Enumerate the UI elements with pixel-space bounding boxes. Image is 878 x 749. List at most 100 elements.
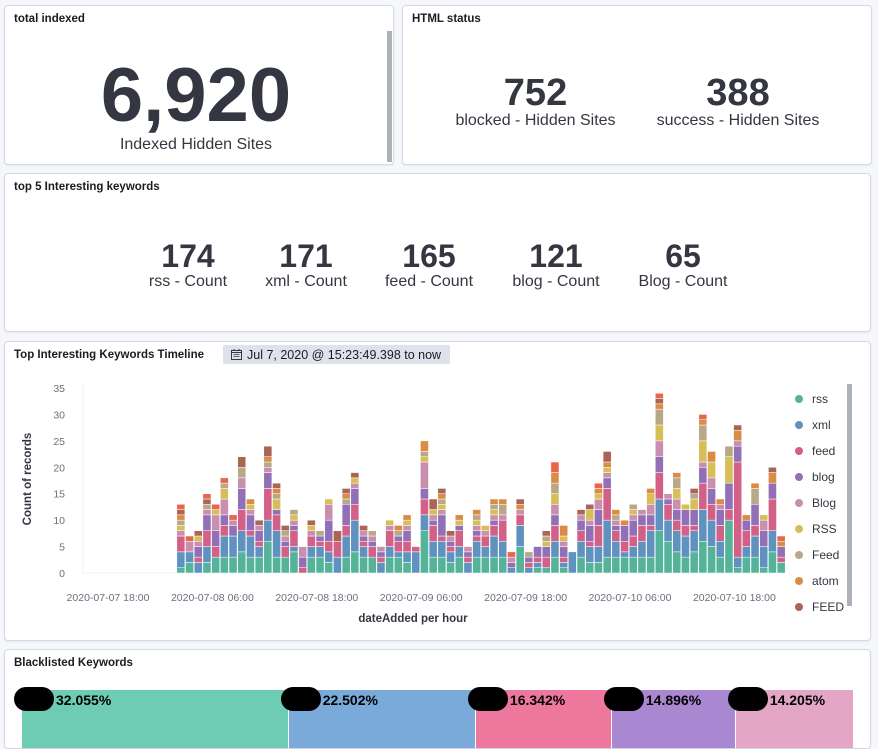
bar-segment-Feed[interactable] (280, 530, 290, 537)
bar-segment-feed[interactable] (663, 504, 673, 521)
legend-item-feed[interactable]: feed (794, 438, 844, 464)
bar-segment-Feed[interactable] (237, 467, 247, 479)
bar-segment-feed[interactable] (698, 482, 708, 510)
bar-segment-blog[interactable] (402, 530, 412, 542)
bar-segment-feed[interactable] (750, 525, 760, 537)
bar-segment-FEED[interactable] (689, 488, 699, 494)
bar-segment-Blog[interactable] (550, 504, 560, 516)
bar-segment-rss[interactable] (541, 567, 551, 574)
bar-segment-other[interactable] (220, 477, 229, 484)
bar-segment-Blog[interactable] (576, 514, 586, 521)
bar-segment-rss[interactable] (289, 551, 299, 574)
bar-segment-blog[interactable] (576, 519, 586, 531)
bar-segment-rss[interactable] (602, 556, 612, 574)
bar-segment-xml[interactable] (689, 530, 699, 553)
bar-segment-Blog[interactable] (376, 546, 386, 553)
bar-segment-RSS[interactable] (489, 509, 499, 516)
bar-segment-xml[interactable] (602, 519, 612, 558)
bar-segment-feed[interactable] (202, 530, 212, 547)
bar-segment-atom[interactable] (420, 440, 429, 452)
bar-segment-Blog[interactable] (185, 541, 194, 553)
bar-segment-RSS[interactable] (289, 514, 299, 521)
bar-segment-rss[interactable] (768, 551, 777, 574)
bar-segment-feed[interactable] (428, 525, 438, 542)
bar-segment-rss[interactable] (750, 556, 760, 574)
bar-segment-RSS[interactable] (594, 493, 603, 500)
bar-segment-blog[interactable] (628, 519, 638, 537)
bar-segment-xml[interactable] (472, 541, 481, 558)
bar-segment-other[interactable] (507, 551, 516, 558)
bar-segment-rss[interactable] (385, 556, 394, 574)
bar-segment-xml[interactable] (681, 535, 690, 558)
bar-segment-feed[interactable] (689, 525, 699, 531)
bar-segment-blog[interactable] (376, 551, 386, 558)
bar-segment-Feed[interactable] (689, 493, 699, 500)
bar-segment-other[interactable] (655, 393, 664, 399)
bar-segment-rss[interactable] (515, 546, 525, 574)
bar-segment-Feed[interactable] (698, 424, 708, 442)
bar-segment-xml[interactable] (733, 556, 742, 568)
bar-segment-blog[interactable] (533, 546, 542, 558)
legend-item-blog[interactable]: blog (794, 464, 844, 490)
bar-segment-blog[interactable] (228, 525, 238, 537)
bar-segment-Blog[interactable] (515, 509, 525, 516)
bar-segment-atom[interactable] (594, 488, 603, 494)
bar-segment-FEED[interactable] (359, 525, 368, 531)
bar-segment-RSS[interactable] (402, 519, 412, 526)
bar-segment-blog[interactable] (446, 541, 455, 547)
bar-segment-feed[interactable] (733, 461, 742, 558)
bar-segment-RSS[interactable] (220, 488, 229, 500)
bar-segment-xml[interactable] (759, 546, 769, 568)
bar-segment-other[interactable] (211, 504, 220, 510)
bar-segment-Blog[interactable] (611, 519, 621, 526)
bar-segment-blog[interactable] (254, 530, 264, 542)
legend-item-FEED[interactable]: FEED (794, 594, 844, 620)
bar-segment-rss[interactable] (437, 556, 447, 574)
bar-segment-blog[interactable] (646, 514, 655, 526)
bar-segment-RSS[interactable] (437, 504, 447, 510)
bar-segment-Feed[interactable] (272, 493, 281, 500)
bar-segment-rss[interactable] (359, 556, 368, 574)
bar-segment-RSS[interactable] (193, 535, 203, 542)
bar-segment-feed[interactable] (289, 530, 299, 547)
bar-segment-RSS[interactable] (428, 509, 438, 516)
bar-segment-blog[interactable] (272, 509, 281, 516)
bar-segment-feed[interactable] (768, 498, 777, 531)
bar-segment-xml[interactable] (646, 530, 655, 558)
bar-segment-xml[interactable] (524, 567, 534, 574)
bar-segment-Blog[interactable] (698, 461, 708, 468)
bar-segment-Blog[interactable] (655, 440, 664, 457)
bar-segment-feed[interactable] (254, 541, 264, 547)
bar-segment-feed[interactable] (672, 519, 682, 531)
bar-segment-Feed[interactable] (724, 445, 734, 457)
bar-segment-atom[interactable] (272, 488, 281, 494)
bar-segment-Blog[interactable] (446, 535, 455, 542)
bar-segment-blog[interactable] (750, 504, 760, 526)
bar-segment-rss[interactable] (724, 519, 734, 574)
bar-segment-other[interactable] (698, 414, 708, 420)
legend-item-atom[interactable]: atom (794, 568, 844, 594)
bar-segment-FEED[interactable] (602, 451, 612, 463)
bar-segment-Blog[interactable] (559, 541, 568, 547)
bar-segment-xml[interactable] (594, 546, 603, 563)
bar-segment-other[interactable] (776, 535, 785, 542)
bar-segment-RSS[interactable] (272, 498, 281, 510)
bar-segment-RSS[interactable] (707, 461, 716, 479)
bar-segment-RSS[interactable] (541, 541, 551, 547)
bar-segment-rss[interactable] (280, 556, 290, 574)
bar-segment-rss[interactable] (185, 562, 194, 574)
bar-segment-blog[interactable] (742, 519, 751, 531)
bar-segment-blog[interactable] (663, 498, 673, 505)
bar-segment-Blog[interactable] (472, 525, 481, 531)
bar-segment-atom[interactable] (472, 509, 481, 516)
bar-segment-FEED[interactable] (263, 445, 273, 457)
bar-segment-feed[interactable] (533, 556, 542, 563)
bar-segment-atom[interactable] (698, 419, 708, 426)
bar-segment-xml[interactable] (672, 530, 682, 553)
bar-segment-feed[interactable] (350, 504, 360, 521)
bar-segment-feed[interactable] (211, 546, 220, 558)
bar-segment-Blog[interactable] (254, 525, 264, 531)
bar-segment-xml[interactable] (655, 498, 664, 531)
bar-segment-FEED[interactable] (437, 488, 447, 494)
bar-segment-xml[interactable] (585, 546, 595, 563)
